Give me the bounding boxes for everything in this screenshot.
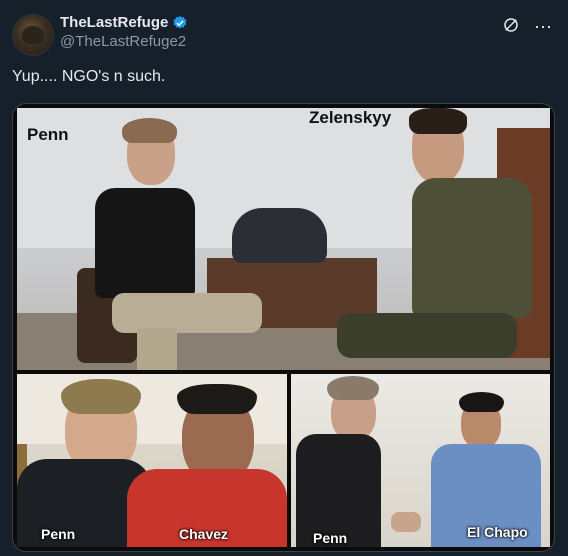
author-display: TheLastRefuge xyxy=(60,14,188,31)
more-icon[interactable]: ⋯ xyxy=(534,18,552,36)
author-handle[interactable]: @TheLastRefuge2 xyxy=(60,33,188,50)
label-el-chapo: El Chapo xyxy=(467,524,528,540)
label-zelenskyy: Zelenskyy xyxy=(309,108,392,127)
grok-icon[interactable] xyxy=(502,16,520,37)
tweet-media[interactable]: Penn Zelenskyy Penn Chavez Penn El Chapo xyxy=(12,103,555,552)
label-penn-bottom-right: Penn xyxy=(313,530,348,546)
verified-badge-icon xyxy=(173,15,187,28)
label-penn-top: Penn xyxy=(27,125,69,144)
photo-penn-zelenskyy: Penn Zelenskyy xyxy=(17,108,550,370)
header-actions: ⋯ xyxy=(502,16,552,37)
label-chavez: Chavez xyxy=(179,526,229,542)
photo-penn-chavez: Penn Chavez xyxy=(17,374,287,547)
photo-penn-el-chapo: Penn El Chapo xyxy=(291,374,550,547)
tweet-header: TheLastRefuge @TheLastRefuge2 ⋯ xyxy=(12,12,556,56)
avatar[interactable] xyxy=(12,14,54,56)
label-penn-bottom-left: Penn xyxy=(41,526,76,542)
display-name[interactable]: TheLastRefuge xyxy=(60,14,168,31)
author-names: TheLastRefuge @TheLastRefuge2 xyxy=(60,14,188,50)
tweet-text: Yup.... NGO's n such. xyxy=(12,68,166,85)
